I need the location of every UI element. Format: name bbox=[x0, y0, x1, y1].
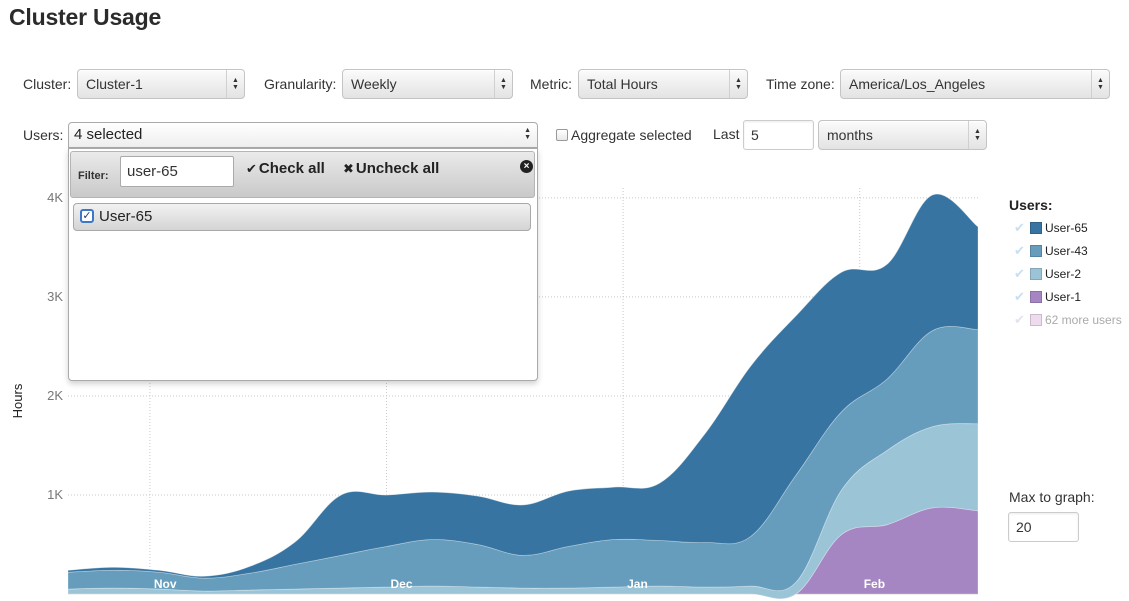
check-all-label: Check all bbox=[258, 160, 325, 177]
legend-label: User-65 bbox=[1045, 221, 1088, 235]
y-tick-label: 1K bbox=[47, 487, 63, 502]
check-icon: ✔ bbox=[246, 161, 257, 176]
max-to-graph-input[interactable]: 20 bbox=[1008, 512, 1079, 542]
legend-swatch bbox=[1030, 314, 1042, 326]
filter-bar: Filter: user-65 ✔ Check all ✖ Uncheck all … bbox=[70, 151, 535, 198]
uncheck-all-label: Uncheck all bbox=[355, 160, 440, 177]
check-all-button[interactable]: ✔ Check all bbox=[246, 160, 325, 177]
users-dropdown: Filter: user-65 ✔ Check all ✖ Uncheck all … bbox=[68, 148, 538, 381]
check-icon: ✔ bbox=[1014, 243, 1025, 258]
x-tick-label: Dec bbox=[391, 577, 413, 591]
x-tick-label: Jan bbox=[627, 577, 648, 591]
checkbox-checked-icon[interactable]: ✓ bbox=[80, 209, 94, 223]
x-tick-label: Feb bbox=[864, 577, 885, 591]
user-option-label: User-65 bbox=[99, 208, 153, 225]
legend-label: User-1 bbox=[1045, 290, 1082, 304]
check-icon: ✔ bbox=[1014, 220, 1025, 235]
y-tick-label: 4K bbox=[47, 190, 63, 205]
legend-swatch bbox=[1030, 245, 1042, 257]
max-to-graph-label: Max to graph: bbox=[1009, 489, 1095, 505]
y-tick-label: 2K bbox=[47, 388, 63, 403]
legend-label: User-43 bbox=[1045, 244, 1088, 258]
legend-label: 62 more users bbox=[1045, 313, 1122, 327]
close-icon: ✖ bbox=[343, 161, 354, 176]
check-icon: ✔ bbox=[1014, 266, 1025, 281]
legend-swatch bbox=[1030, 291, 1042, 303]
check-icon: ✔ bbox=[1014, 289, 1025, 304]
close-dropdown-icon[interactable]: × bbox=[520, 160, 533, 173]
y-axis-title: Hours bbox=[10, 383, 25, 418]
filter-label: Filter: bbox=[78, 170, 109, 182]
x-tick-label: Nov bbox=[154, 577, 177, 591]
uncheck-all-button[interactable]: ✖ Uncheck all bbox=[343, 160, 439, 177]
legend-swatch bbox=[1030, 268, 1042, 280]
legend-label: User-2 bbox=[1045, 267, 1082, 281]
check-icon: ✔ bbox=[1014, 312, 1025, 327]
y-tick-label: 3K bbox=[47, 289, 63, 304]
legend-swatch bbox=[1030, 222, 1042, 234]
max-to-graph-value: 20 bbox=[1016, 519, 1032, 535]
user-option[interactable]: ✓ User-65 bbox=[73, 203, 531, 231]
legend-title: Users: bbox=[1009, 197, 1053, 213]
filter-input[interactable]: user-65 bbox=[120, 156, 234, 187]
filter-value: user-65 bbox=[127, 163, 178, 180]
